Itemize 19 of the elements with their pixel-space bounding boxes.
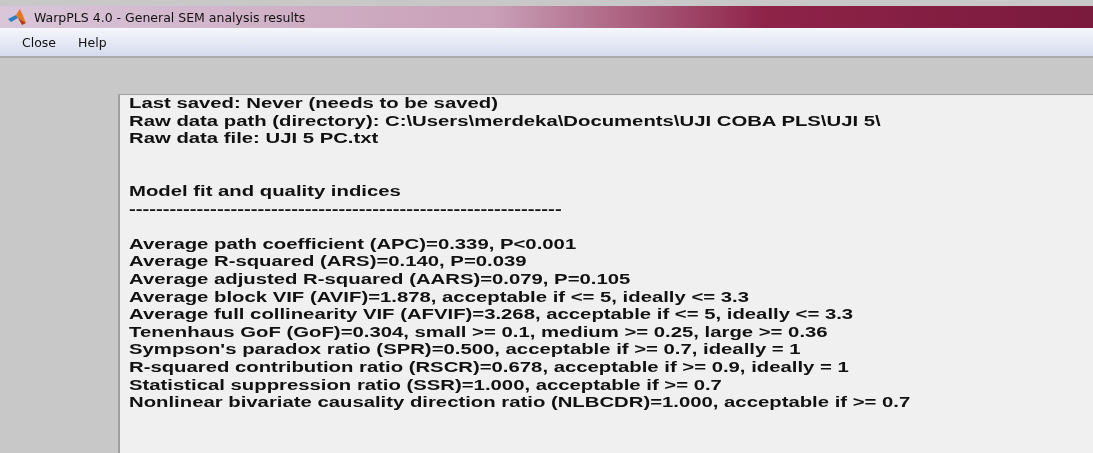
result-line: Nonlinear bivariate causality direction ratio (NLBCDR)=1.000, acceptable if >= 0.7 — [129, 394, 911, 412]
separator-line: ---------------------------------------------------------------- — [129, 200, 562, 219]
result-line: Last saved: Never (needs to be saved) — [129, 95, 498, 113]
result-line: Average block VIF (AVIF)=1.878, acceptable if <= 5, ideally <= 3.3 — [129, 288, 749, 307]
menu-item[interactable]: Close — [22, 34, 57, 50]
result-line: R-squared contribution ratio (RSCR)=0.678, acceptable if >= 0.9, ideally = 1 — [129, 358, 849, 377]
menu-item[interactable]: Help — [78, 34, 107, 50]
result-line: Statistical suppression ratio (SSR)=1.000, acceptable if >= 0.7 — [129, 376, 722, 395]
result-line: Sympson's paradox ratio (SPR)=0.500, acceptable if >= 0.7, ideally = 1 — [129, 341, 801, 359]
section-title: Model fit and quality indices — [129, 182, 401, 201]
result-line: Average full collinearity VIF (AFVIF)=3.268, acceptable if <= 5, ideally <= 3.3 — [129, 306, 854, 324]
result-line: Tenenhaus GoF (GoF)=0.304, small >= 0.1, medium >= 0.25, large >= 0.36 — [129, 323, 828, 342]
result-line: Raw data file: UJI 5 PC.txt — [129, 130, 379, 148]
result-line: Average adjusted R-squared (AARS)=0.079, P=0.105 — [129, 270, 631, 289]
app-logo-icon — [8, 9, 28, 25]
result-line: Average R-squared (ARS)=0.140, P=0.039 — [129, 253, 527, 271]
result-line: Average path coefficient (APC)=0.339, P<0.001 — [129, 235, 577, 254]
window-title: WarpPLS 4.0 - General SEM analysis results — [34, 9, 306, 25]
result-line: Raw data path (directory): C:\Users\merdeka\Documents\UJI COBA PLS\UJI 5\ — [129, 112, 881, 131]
